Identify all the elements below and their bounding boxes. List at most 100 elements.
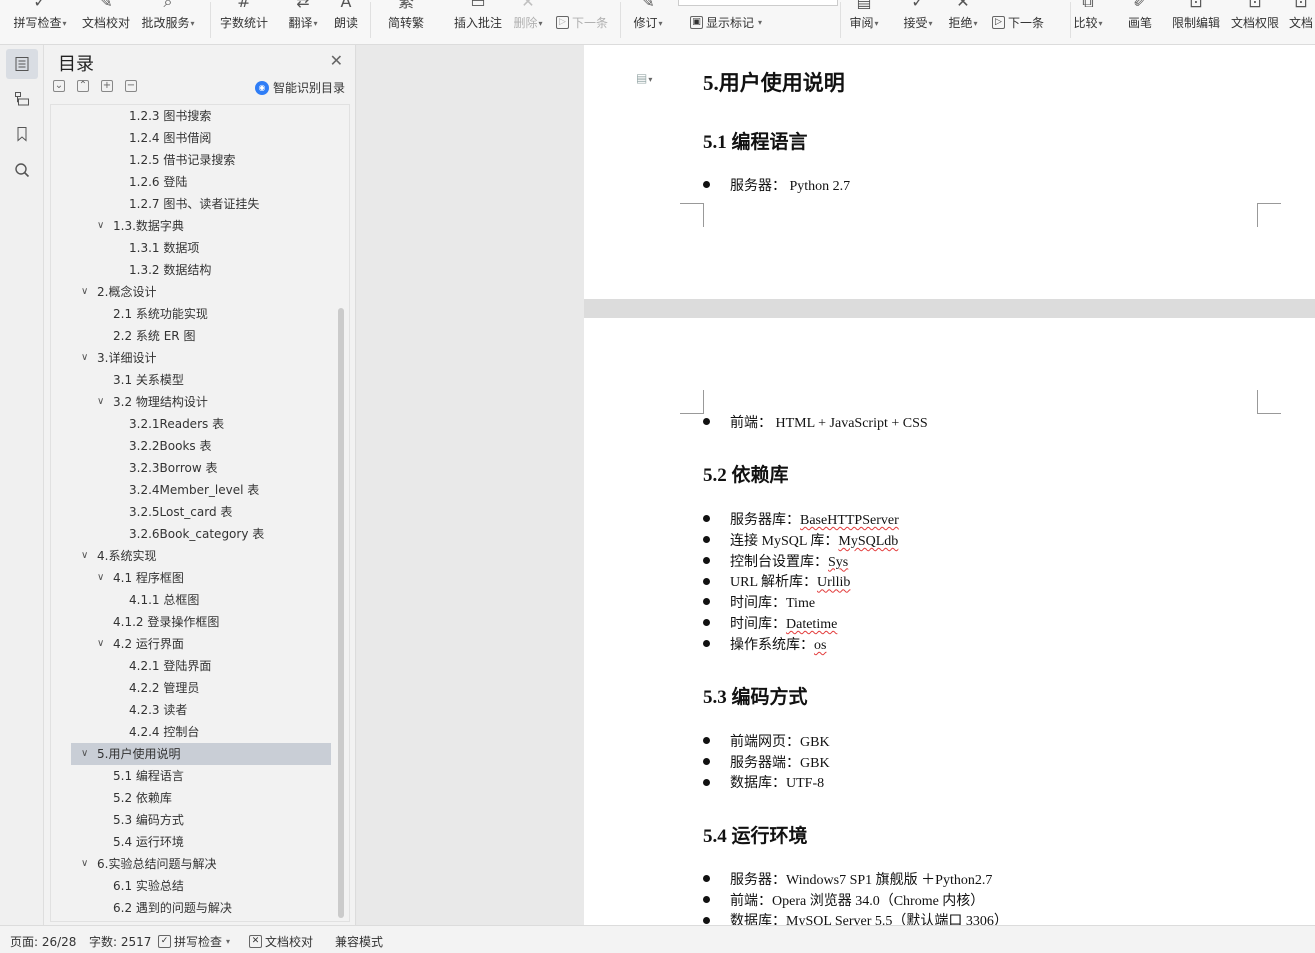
chevron-down-icon[interactable]: ∨	[81, 545, 88, 567]
dependency-name: Time	[786, 596, 816, 612]
add-heading-icon[interactable]: +	[101, 80, 113, 92]
proofread-status[interactable]: ✕ 文档校对	[249, 933, 313, 950]
track-changes-button[interactable]: ✎ 修订▾	[608, 0, 688, 44]
side-rail	[0, 45, 44, 925]
toc-item[interactable]: 1.2.7 图书、读者证挂失	[51, 193, 331, 215]
ribbon-button-label: 审阅	[849, 16, 874, 30]
next-comment-button[interactable]: ▷ 下一条	[556, 13, 608, 31]
outline-icon[interactable]	[6, 84, 38, 114]
toc-item[interactable]: ∨ 1.3.数据字典	[51, 215, 331, 237]
toc-item-label: 4.1.2 登录操作框图	[113, 615, 220, 629]
simp-to-trad-button[interactable]: 繁简转繁	[366, 0, 446, 44]
review-service-button[interactable]: ⌕ 批改服务▾	[128, 0, 208, 44]
toc-item[interactable]: 1.3.2 数据结构	[51, 259, 331, 281]
review-ribbon: ✓ 拼写检查▾ ✎ 文档校对 ⌕ 批改服务▾ # 字数统计 ⇄ 翻译▾ A 朗读繁简转繁 ▭ 插入批注 ✕ 删…	[0, 0, 1315, 45]
chevron-down-icon[interactable]: ∨	[97, 391, 104, 413]
toc-item[interactable]: 3.2.6Book_category 表	[51, 523, 331, 545]
toc-item[interactable]: 3.2.2Books 表	[51, 435, 331, 457]
toc-item[interactable]: ∨ 2.概念设计	[51, 281, 331, 303]
spell-check-status[interactable]: ✓ 拼写检查 ▾	[158, 933, 230, 950]
bullet-icon	[703, 757, 710, 765]
chevron-down-icon[interactable]: ∨	[81, 347, 88, 369]
bookmark-icon[interactable]	[6, 119, 38, 149]
toc-item[interactable]: ∨ 5.用户使用说明	[71, 743, 331, 765]
toc-item[interactable]: 6.2 遇到的问题与解决	[51, 897, 331, 919]
bullet-icon	[703, 515, 710, 523]
show-markup-button[interactable]: ▣ 显示标记 ▾	[690, 13, 762, 31]
dropdown-caret-icon: ▾	[538, 19, 543, 28]
toc-item[interactable]: ∨ 4.1 程序框图	[51, 567, 331, 589]
toc-item[interactable]: 1.3.1 数据项	[51, 237, 331, 259]
toc-item[interactable]: 1.2.4 图书借阅	[51, 127, 331, 149]
bullet-icon	[703, 640, 710, 648]
toc-item[interactable]: ∨ 3.2 物理结构设计	[51, 391, 331, 413]
chevron-down-icon[interactable]: ∨	[81, 743, 88, 765]
bullet-icon	[703, 895, 710, 903]
toc-item[interactable]: 6.1 实验总结	[51, 875, 331, 897]
chevron-down-icon[interactable]: ∨	[97, 633, 104, 655]
review-service-icon: ⌕	[163, 0, 173, 11]
reject-button[interactable]: ✕ 拒绝▾	[923, 0, 1003, 44]
toc-item[interactable]: ∨ 4.2 运行界面	[51, 633, 331, 655]
page-indicator[interactable]: 页面: 26/28	[10, 933, 76, 950]
doc-permission-icon: ⊡	[1248, 0, 1262, 11]
ribbon-button-label: 下一条	[1008, 15, 1045, 30]
toc-item[interactable]: 4.2.4 控制台	[51, 721, 331, 743]
smart-toc-button[interactable]: ◉ 智能识别目录	[254, 79, 345, 96]
toc-item[interactable]: 3.2.3Borrow 表	[51, 457, 331, 479]
toc-item[interactable]: 4.2.1 登陆界面	[51, 655, 331, 677]
toc-item[interactable]: 3.2.4Member_level 表	[51, 479, 331, 501]
toc-item-label: 2.1 系统功能实现	[113, 307, 208, 321]
toc-item-label: 4.2.2 管理员	[129, 681, 200, 695]
toc-item[interactable]: 5.1 编程语言	[51, 765, 331, 787]
list-item-text: 服务器端：GBK	[730, 755, 830, 771]
next-change-button[interactable]: ▷ 下一条	[992, 13, 1044, 31]
toc-item[interactable]: 4.2.2 管理员	[51, 677, 331, 699]
markup-combo-box[interactable]	[678, 0, 838, 6]
toc-item[interactable]: ∨ 3.详细设计	[51, 347, 331, 369]
chevron-down-icon[interactable]: ∨	[97, 567, 104, 589]
toc-item[interactable]: 1.2.5 借书记录搜索	[51, 149, 331, 171]
restrict-editing-icon: ⊡	[1189, 0, 1203, 11]
crop-mark	[1257, 390, 1281, 414]
toc-item[interactable]: 3.1 关系模型	[51, 369, 331, 391]
expand-up-icon[interactable]: ⌃	[77, 80, 89, 92]
remove-heading-icon[interactable]: −	[125, 80, 137, 92]
chevron-down-icon[interactable]: ∨	[81, 853, 88, 875]
toc-item-label: 3.2.3Borrow 表	[129, 461, 218, 475]
toc-item-label: 1.2.7 图书、读者证挂失	[129, 197, 260, 211]
toc-scrollbar[interactable]	[338, 308, 344, 918]
collapse-all-icon[interactable]: ⌄	[53, 80, 65, 92]
toc-item-label: 4.2.1 登陆界面	[129, 659, 212, 673]
toc-item[interactable]: ∨ 6.实验总结问题与解决	[51, 853, 331, 875]
toc-item[interactable]: 4.1.2 登录操作框图	[51, 611, 331, 633]
toc-item[interactable]: 3.2.1Readers 表	[51, 413, 331, 435]
toc-item[interactable]: 5.4 运行环境	[51, 831, 331, 853]
doc-button[interactable]: ⊡ 文档	[1261, 0, 1315, 44]
document-canvas[interactable]: ▤▾ 5.用户使用说明 5.1 编程语言 服务器： Python 2.7 前端：…	[584, 45, 1315, 925]
search-icon[interactable]	[6, 155, 38, 185]
list-item: 数据库：MySQL Server 5.5（默认端口 3306）	[703, 912, 1008, 925]
toc-item[interactable]: 1.2.3 图书搜索	[51, 105, 331, 127]
toc-item-label: 4.2.4 控制台	[129, 725, 200, 739]
chevron-down-icon[interactable]: ∨	[97, 215, 104, 237]
list-item: 前端： HTML + JavaScript + CSS	[703, 414, 928, 434]
toc-item[interactable]: 2.1 系统功能实现	[51, 303, 331, 325]
heading-dependencies: 5.2 依赖库	[703, 465, 789, 486]
toc-item[interactable]: 5.3 编码方式	[51, 809, 331, 831]
close-icon[interactable]: ✕	[330, 51, 343, 70]
toc-item[interactable]: 4.1.1 总框图	[51, 589, 331, 611]
dropdown-caret-icon: ▾	[758, 17, 763, 27]
paragraph-options-icon[interactable]: ▤▾	[636, 71, 652, 86]
toc-item[interactable]: 3.2.5Lost_card 表	[51, 501, 331, 523]
toc-item[interactable]: ∨ 4.系统实现	[51, 545, 331, 567]
chevron-down-icon[interactable]: ∨	[81, 281, 88, 303]
toc-item-label: 1.3.2 数据结构	[129, 263, 212, 277]
toc-item[interactable]: 1.2.6 登陆	[51, 171, 331, 193]
toc-item[interactable]: 2.2 系统 ER 图	[51, 325, 331, 347]
document-page: 前端： HTML + JavaScript + CSS 5.2 依赖库 服务器库…	[584, 318, 1315, 925]
toc-item[interactable]: 4.2.3 读者	[51, 699, 331, 721]
toc-panel-icon[interactable]	[6, 49, 38, 79]
word-count[interactable]: 字数: 2517	[89, 933, 151, 950]
toc-item[interactable]: 5.2 依赖库	[51, 787, 331, 809]
